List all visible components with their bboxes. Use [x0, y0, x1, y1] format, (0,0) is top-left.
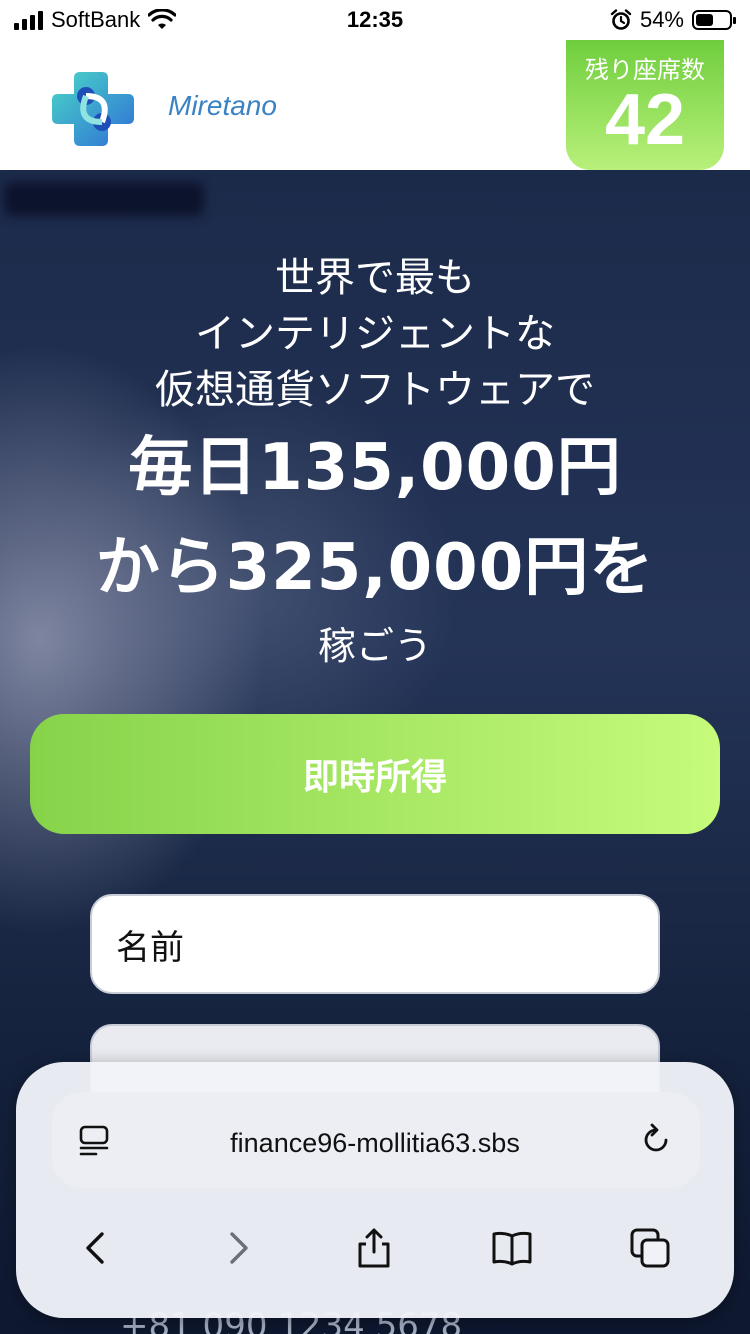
headline-line-3: 仮想通貨ソフトウェアで: [155, 367, 595, 413]
headline-line-2: インテリジェントな: [195, 311, 555, 357]
seats-count: 42: [604, 80, 686, 160]
battery-percent: 54%: [639, 7, 684, 32]
back-icon[interactable]: [76, 1226, 120, 1270]
alarm-icon: [610, 9, 632, 30]
url-text[interactable]: finance96-mollitia63.sbs: [16, 1128, 734, 1159]
status-right: 54%: [610, 7, 736, 33]
miretano-logo-icon[interactable]: [40, 66, 150, 152]
headline-amount-2: から325,000円を: [95, 531, 655, 605]
headline: 世界で最も インテリジェントな 仮想通貨ソフトウェアで 毎日135,000円 か…: [0, 250, 750, 674]
bookmarks-icon[interactable]: [490, 1226, 534, 1270]
name-input[interactable]: 名前: [90, 894, 660, 994]
tabs-icon[interactable]: [628, 1226, 672, 1270]
status-bar: SoftBank 12:35 54%: [0, 0, 750, 40]
battery-icon: [692, 10, 736, 30]
reload-icon[interactable]: [638, 1122, 674, 1158]
headline-amount-1: 毎日135,000円: [128, 431, 622, 505]
name-placeholder: 名前: [116, 927, 184, 968]
brand-name[interactable]: Miretano: [168, 90, 277, 122]
forward-icon[interactable]: [214, 1226, 258, 1270]
seats-remaining-badge: 残り座席数 42: [566, 40, 724, 170]
headline-line-4: 稼ごう: [317, 624, 432, 668]
browser-toolbar: finance96-mollitia63.sbs: [16, 1062, 734, 1318]
battery-fill: [696, 14, 713, 26]
blurred-background-text: [4, 182, 204, 216]
instant-income-button[interactable]: 即時所得: [30, 714, 720, 834]
share-icon[interactable]: [352, 1226, 396, 1270]
headline-line-1: 世界で最も: [275, 255, 475, 301]
site-header: Miretano 残り座席数 42: [0, 40, 750, 170]
